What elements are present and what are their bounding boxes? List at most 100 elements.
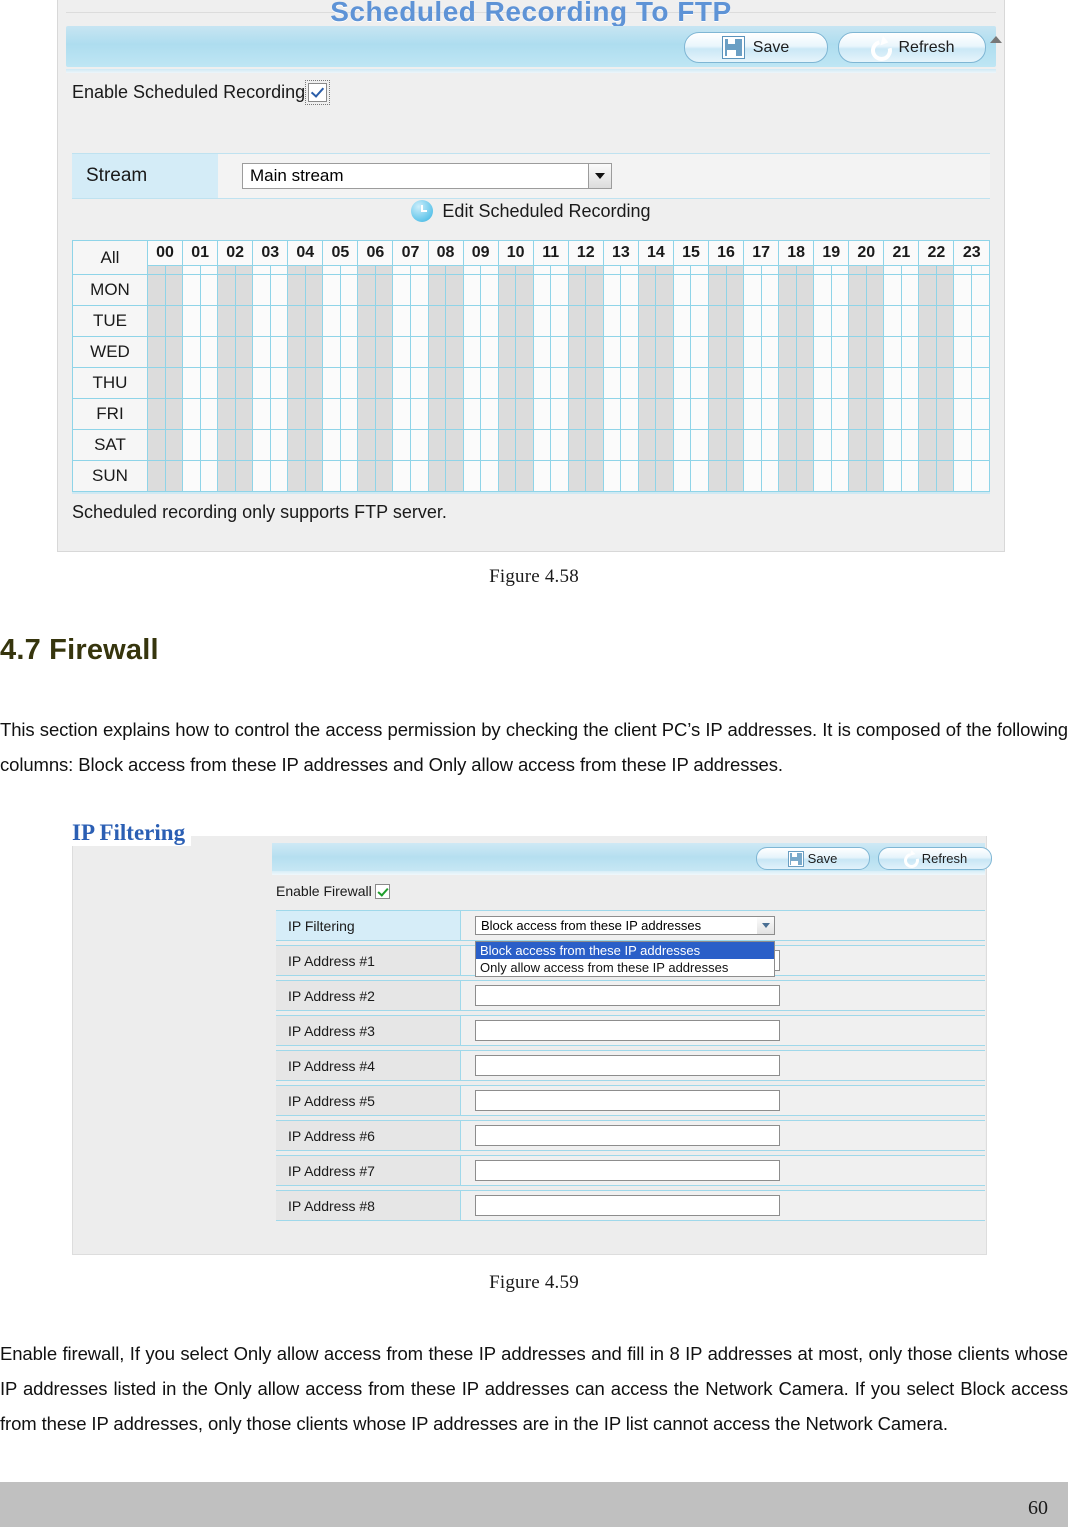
- schedule-cell[interactable]: [182, 367, 201, 399]
- schedule-cell[interactable]: [550, 460, 569, 492]
- schedule-cell[interactable]: [795, 460, 815, 492]
- schedule-cell[interactable]: [199, 460, 219, 492]
- schedule-cell[interactable]: [147, 398, 166, 430]
- schedule-cell[interactable]: [585, 336, 604, 368]
- schedule-cell[interactable]: [935, 398, 955, 430]
- schedule-cell[interactable]: [620, 398, 639, 430]
- schedule-cell[interactable]: [585, 274, 604, 306]
- schedule-row-label[interactable]: MON: [72, 274, 148, 306]
- schedule-cell[interactable]: [953, 398, 972, 430]
- schedule-cell[interactable]: [515, 367, 534, 399]
- schedule-cell[interactable]: [515, 274, 534, 306]
- schedule-cell[interactable]: [690, 265, 709, 275]
- schedule-cell[interactable]: [164, 274, 184, 306]
- schedule-cell[interactable]: [655, 429, 674, 461]
- schedule-cell[interactable]: [760, 367, 780, 399]
- schedule-cell[interactable]: [427, 274, 447, 306]
- schedule-cell[interactable]: [918, 398, 937, 430]
- schedule-cell[interactable]: [392, 265, 411, 275]
- schedule-cell[interactable]: [830, 336, 850, 368]
- schedule-cell[interactable]: [743, 305, 762, 337]
- enable-firewall-checkbox[interactable]: [374, 883, 390, 899]
- schedule-cell[interactable]: [392, 305, 411, 337]
- schedule-cell[interactable]: [532, 336, 552, 368]
- schedule-cell[interactable]: [830, 460, 850, 492]
- schedule-cell[interactable]: [743, 367, 762, 399]
- schedule-cell[interactable]: [392, 460, 411, 492]
- schedule-cell[interactable]: [409, 367, 429, 399]
- schedule-cell[interactable]: [708, 265, 727, 275]
- schedule-cell[interactable]: [392, 336, 411, 368]
- schedule-cell[interactable]: [199, 274, 219, 306]
- schedule-cell[interactable]: [953, 274, 972, 306]
- schedule-cell[interactable]: [462, 429, 482, 461]
- schedule-cell[interactable]: [164, 367, 184, 399]
- schedule-cell[interactable]: [357, 336, 376, 368]
- schedule-cell[interactable]: [339, 265, 359, 275]
- schedule-cell[interactable]: [900, 398, 920, 430]
- schedule-cell[interactable]: [550, 429, 569, 461]
- schedule-cell[interactable]: [462, 305, 482, 337]
- schedule-cell[interactable]: [865, 305, 885, 337]
- schedule-cell[interactable]: [725, 265, 745, 275]
- schedule-cell[interactable]: [778, 336, 797, 368]
- ip-address-input[interactable]: [475, 1195, 780, 1216]
- schedule-cell[interactable]: [865, 367, 885, 399]
- schedule-cell[interactable]: [497, 398, 517, 430]
- schedule-cell[interactable]: [900, 265, 920, 275]
- schedule-cell[interactable]: [848, 367, 867, 399]
- schedule-cell[interactable]: [339, 305, 359, 337]
- schedule-cell[interactable]: [252, 367, 271, 399]
- schedule-cell[interactable]: [462, 398, 482, 430]
- schedule-row-label-all[interactable]: All: [72, 240, 148, 275]
- schedule-cell[interactable]: [357, 429, 376, 461]
- schedule-cell[interactable]: [497, 336, 517, 368]
- schedule-cell[interactable]: [778, 460, 797, 492]
- schedule-cell[interactable]: [813, 398, 832, 430]
- schedule-cell[interactable]: [743, 460, 762, 492]
- schedule-cell[interactable]: [234, 305, 254, 337]
- schedule-cell[interactable]: [585, 367, 604, 399]
- schedule-cell[interactable]: [252, 398, 271, 430]
- schedule-cell[interactable]: [234, 398, 254, 430]
- schedule-cell[interactable]: [935, 305, 955, 337]
- schedule-row-label[interactable]: SAT: [72, 429, 148, 461]
- schedule-cell[interactable]: [655, 367, 674, 399]
- schedule-cell[interactable]: [813, 305, 832, 337]
- schedule-cell[interactable]: [147, 274, 166, 306]
- schedule-cell[interactable]: [339, 429, 359, 461]
- schedule-cell[interactable]: [252, 429, 271, 461]
- schedule-cell[interactable]: [655, 336, 674, 368]
- schedule-cell[interactable]: [708, 274, 727, 306]
- schedule-cell[interactable]: [392, 429, 411, 461]
- schedule-cell[interactable]: [865, 398, 885, 430]
- ip-address-input[interactable]: [475, 1125, 780, 1146]
- schedule-cell[interactable]: [620, 460, 639, 492]
- schedule-cell[interactable]: [339, 336, 359, 368]
- schedule-cell[interactable]: [532, 429, 552, 461]
- schedule-cell[interactable]: [970, 305, 991, 337]
- stream-select[interactable]: Main stream: [242, 163, 612, 189]
- ip-filtering-mode-dropdown[interactable]: Block access from these IP addresses Only…: [475, 941, 775, 977]
- schedule-cell[interactable]: [830, 265, 850, 275]
- schedule-cell[interactable]: [602, 367, 622, 399]
- schedule-cell[interactable]: [567, 336, 587, 368]
- schedule-cell[interactable]: [637, 367, 657, 399]
- schedule-cell[interactable]: [532, 398, 552, 430]
- schedule-row-label[interactable]: FRI: [72, 398, 148, 430]
- schedule-cell[interactable]: [743, 274, 762, 306]
- schedule-cell[interactable]: [147, 367, 166, 399]
- schedule-cell[interactable]: [778, 398, 797, 430]
- ip-address-input[interactable]: [475, 1055, 780, 1076]
- schedule-cell[interactable]: [234, 265, 254, 275]
- schedule-cell[interactable]: [480, 305, 499, 337]
- schedule-cell[interactable]: [357, 274, 376, 306]
- schedule-cell[interactable]: [532, 305, 552, 337]
- schedule-cell[interactable]: [725, 398, 745, 430]
- schedule-cell[interactable]: [217, 274, 236, 306]
- schedule-cell[interactable]: [532, 367, 552, 399]
- schedule-cell[interactable]: [970, 429, 991, 461]
- schedule-cell[interactable]: [935, 336, 955, 368]
- schedule-cell[interactable]: [620, 305, 639, 337]
- schedule-cell[interactable]: [953, 460, 972, 492]
